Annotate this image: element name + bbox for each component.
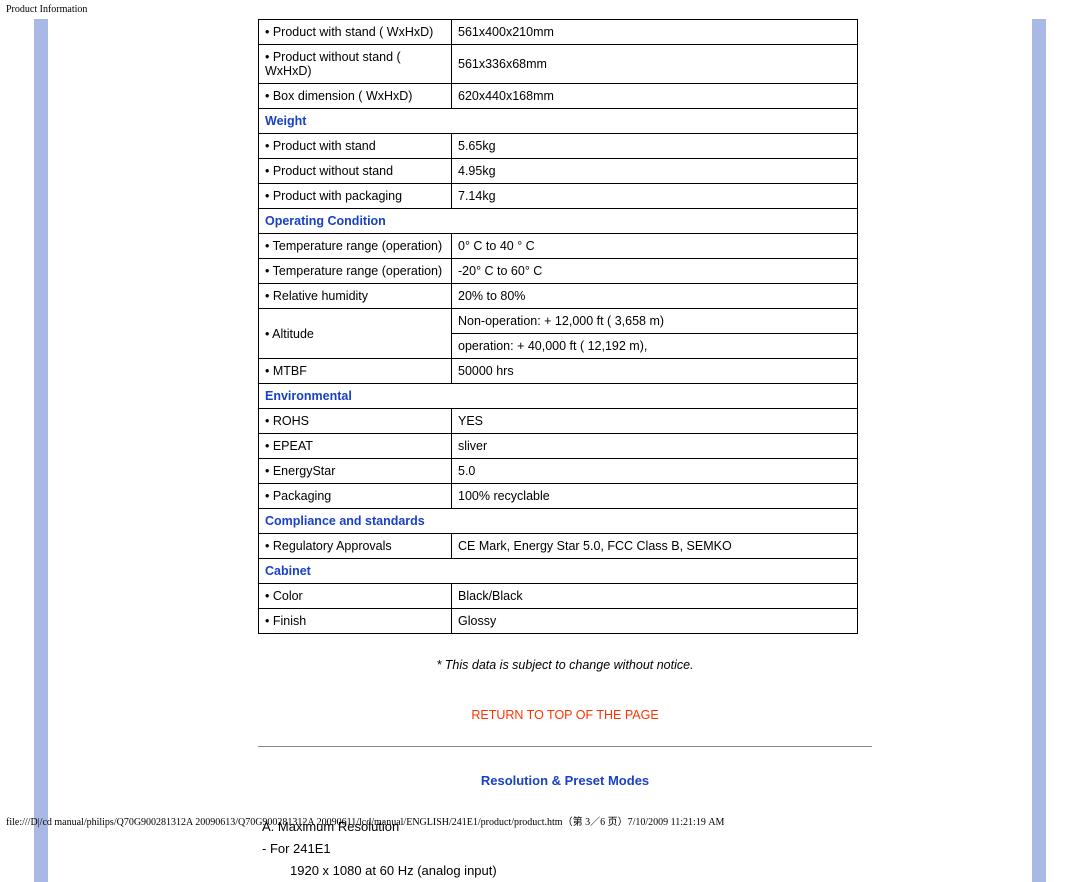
spec-value: 620x440x168mm	[452, 84, 858, 109]
res-line-c: 1920 x 1080 at 60 Hz (analog input)	[262, 860, 872, 882]
section-header: Operating Condition	[259, 209, 858, 234]
page-header: Product Information	[0, 0, 1080, 19]
return-to-top-link[interactable]: RETURN TO TOP OF THE PAGE	[258, 708, 872, 722]
spec-value: Black/Black	[452, 584, 858, 609]
spec-label: • Temperature range (operation)	[259, 259, 452, 284]
spec-value: Glossy	[452, 609, 858, 634]
spec-value: 5.0	[452, 459, 858, 484]
spec-label: • Temperature range (operation)	[259, 234, 452, 259]
spec-value: -20° C to 60° C	[452, 259, 858, 284]
spec-label: • EPEAT	[259, 434, 452, 459]
spec-value: 561x336x68mm	[452, 45, 858, 84]
spec-label: • Product without stand	[259, 159, 452, 184]
change-notice: * This data is subject to change without…	[258, 658, 872, 672]
footer-path: file:///D|/cd manual/philips/Q70G9002813…	[0, 807, 730, 834]
spec-value: 100% recyclable	[452, 484, 858, 509]
res-line-b: - For 241E1	[262, 838, 872, 860]
return-link-text[interactable]: RETURN TO TOP OF THE PAGE	[471, 708, 658, 722]
spec-label: • Relative humidity	[259, 284, 452, 309]
spec-label: • Color	[259, 584, 452, 609]
divider	[258, 746, 872, 747]
spec-label: • Altitude	[259, 309, 452, 359]
section-header: Compliance and standards	[259, 509, 858, 534]
spec-label: • Product with stand ( WxHxD)	[259, 20, 452, 45]
section-header: Cabinet	[259, 559, 858, 584]
spec-value: 7.14kg	[452, 184, 858, 209]
resolution-heading: Resolution & Preset Modes	[258, 773, 872, 788]
section-header: Weight	[259, 109, 858, 134]
left-sidebar	[34, 19, 48, 882]
spec-label: • MTBF	[259, 359, 452, 384]
spec-value: sliver	[452, 434, 858, 459]
spec-value: 0° C to 40 ° C	[452, 234, 858, 259]
spec-value: 5.65kg	[452, 134, 858, 159]
spec-label: • Finish	[259, 609, 452, 634]
spec-label: • Product without stand ( WxHxD)	[259, 45, 452, 84]
spec-value: Non-operation: + 12,000 ft ( 3,658 m)	[452, 309, 858, 334]
section-header: Environmental	[259, 384, 858, 409]
spec-label: • Product with packaging	[259, 184, 452, 209]
spec-label: • EnergyStar	[259, 459, 452, 484]
main-wrap: • Product with stand ( WxHxD)561x400x210…	[0, 19, 1080, 882]
spec-label: • Box dimension ( WxHxD)	[259, 84, 452, 109]
spec-value: operation: + 40,000 ft ( 12,192 m),	[452, 334, 858, 359]
spec-label: • ROHS	[259, 409, 452, 434]
spec-label: • Packaging	[259, 484, 452, 509]
content-area: • Product with stand ( WxHxD)561x400x210…	[48, 19, 1032, 882]
spec-value: 20% to 80%	[452, 284, 858, 309]
spec-table: • Product with stand ( WxHxD)561x400x210…	[258, 19, 858, 634]
spec-value: 4.95kg	[452, 159, 858, 184]
spec-value: YES	[452, 409, 858, 434]
spec-label: • Regulatory Approvals	[259, 534, 452, 559]
spec-value: 561x400x210mm	[452, 20, 858, 45]
spec-value: CE Mark, Energy Star 5.0, FCC Class B, S…	[452, 534, 858, 559]
spec-label: • Product with stand	[259, 134, 452, 159]
right-sidebar	[1032, 19, 1046, 882]
spec-value: 50000 hrs	[452, 359, 858, 384]
